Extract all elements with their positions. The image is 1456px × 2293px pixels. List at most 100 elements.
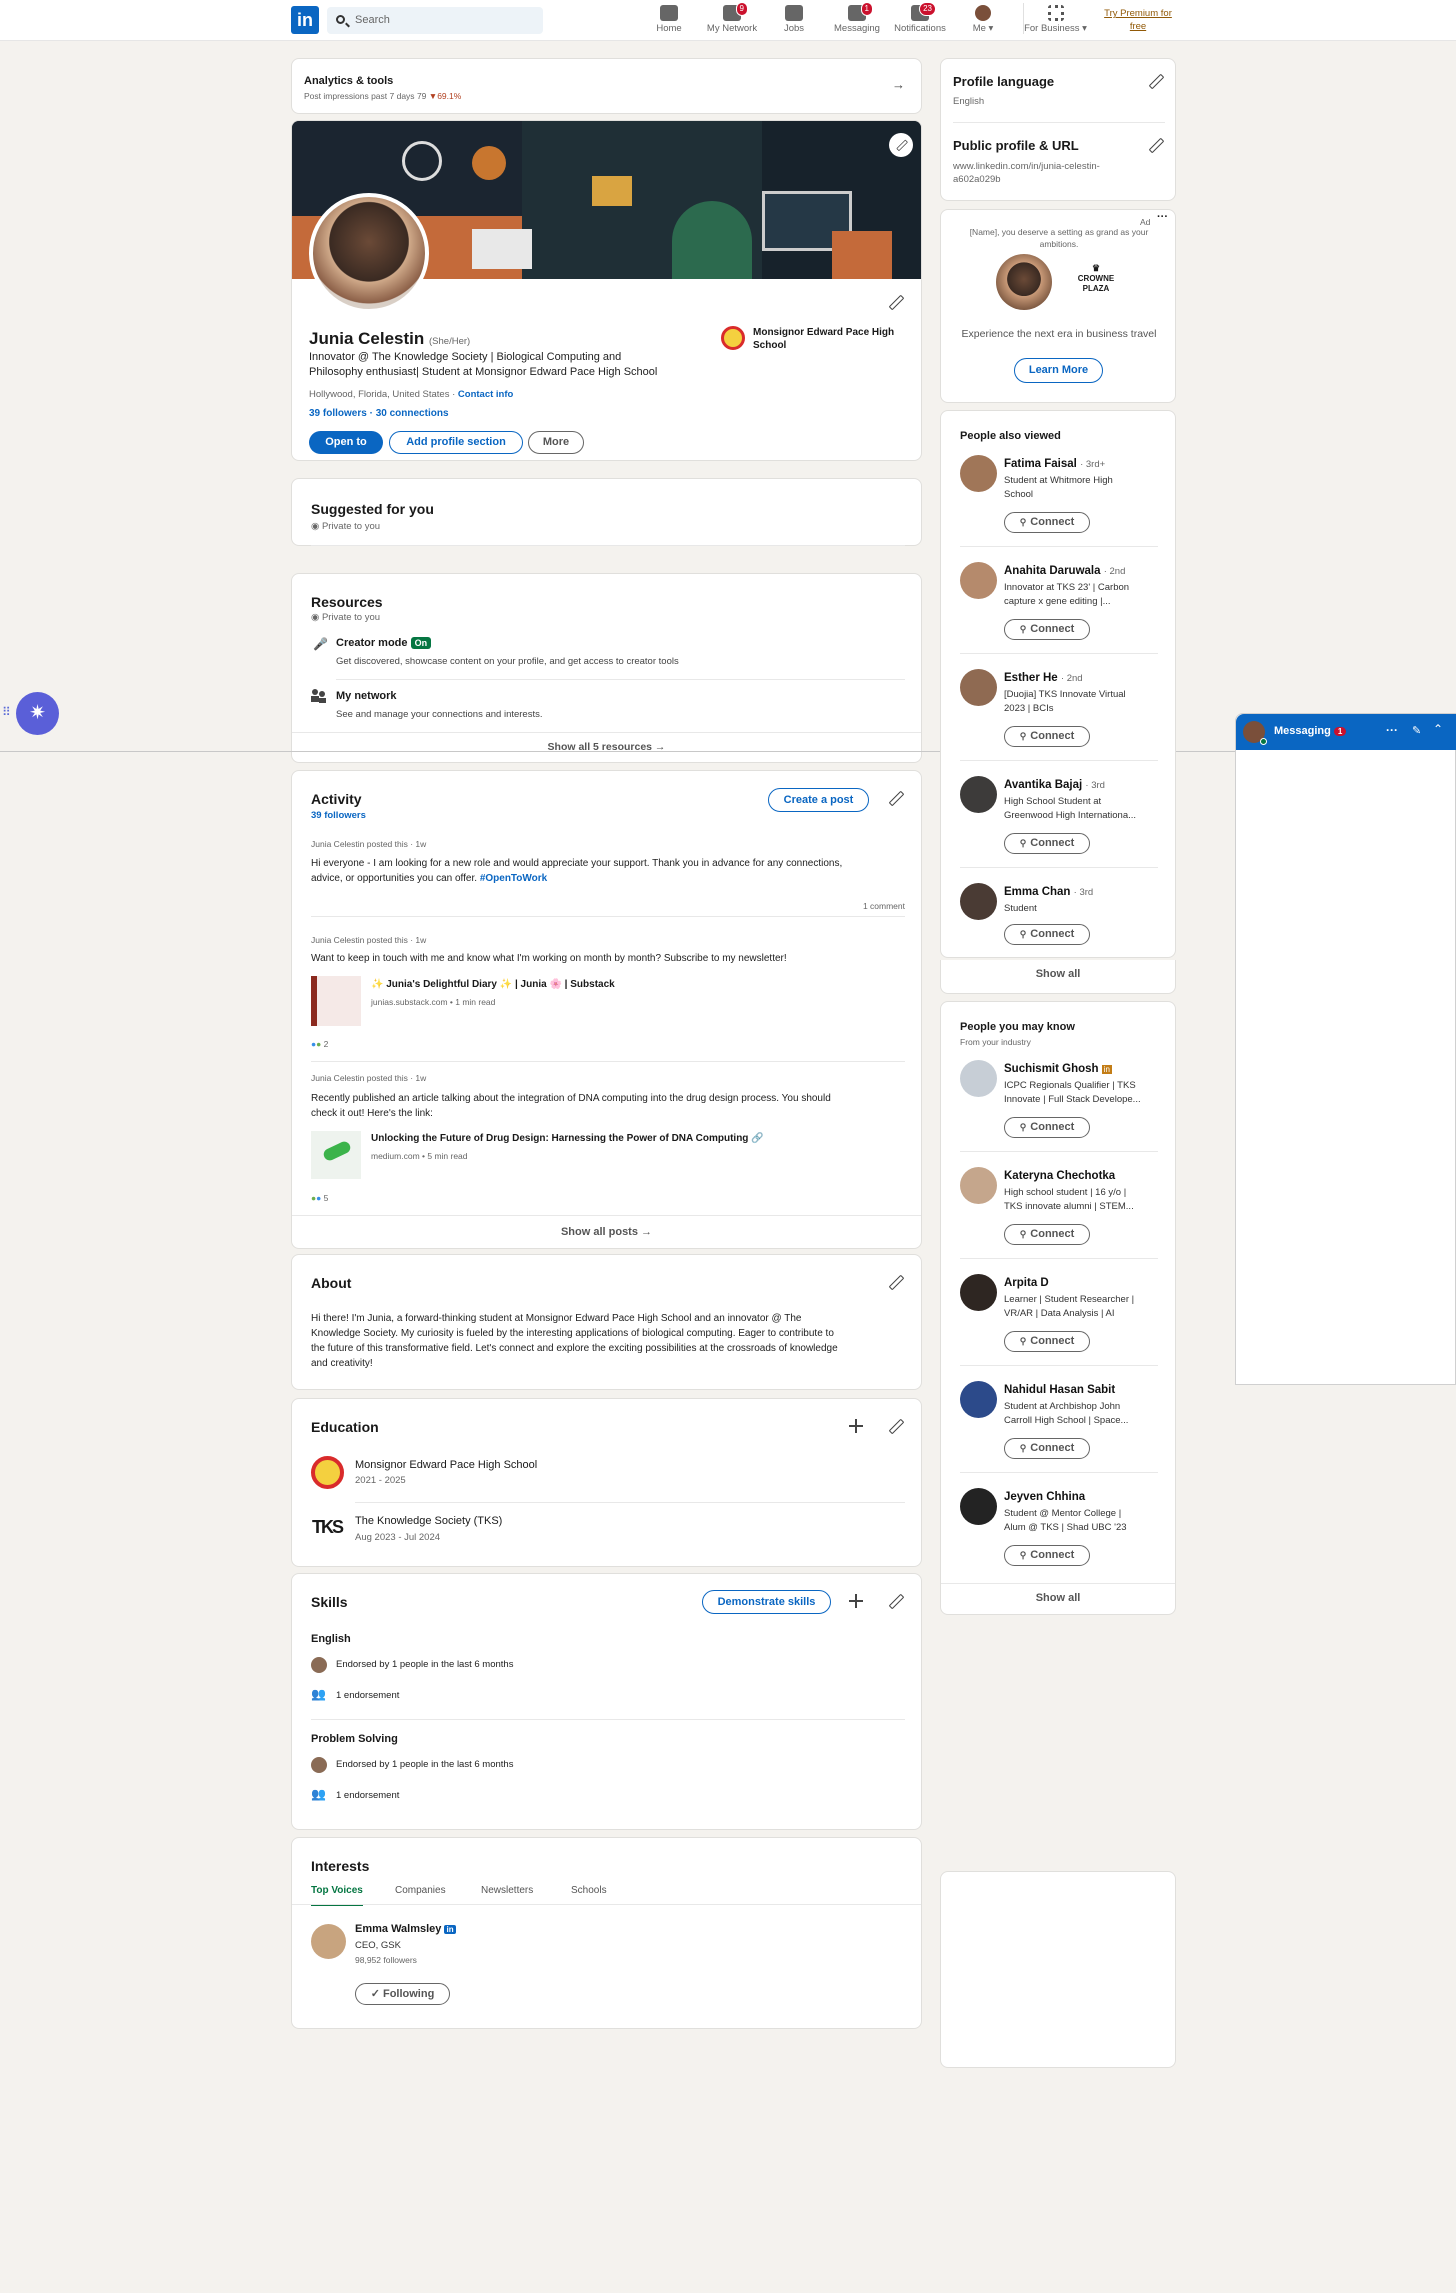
compose-icon[interactable]: ✎ [1412,724,1421,737]
person-name[interactable]: Kateryna Chechotka [1004,1170,1115,1182]
connect-button[interactable]: Connect [1004,833,1090,854]
nav-me[interactable]: Me ▾ [951,3,1015,34]
nav-my-network[interactable]: 9 My Network [700,2,764,34]
my-network-link[interactable]: My network [336,690,397,702]
endorsement-count[interactable]: 1 endorsement [336,1790,399,1801]
resources-title: Resources [311,594,383,610]
connect-button[interactable]: Connect [1004,924,1090,945]
person-name[interactable]: Jeyven Chhina [1004,1491,1085,1503]
connect-button[interactable]: Connect [1004,726,1090,747]
comments-count[interactable]: 1 comment [772,901,905,911]
profile-school[interactable]: Monsignor Edward Pace High School [753,326,894,352]
connect-button[interactable]: Connect [1004,1545,1090,1566]
edit-education-icon[interactable] [888,1419,902,1433]
nav-home[interactable]: Home [637,3,701,34]
followers-connections[interactable]: 39 followers · 30 connections [309,408,449,419]
more-options-icon[interactable]: ··· [1386,723,1398,737]
activity-followers[interactable]: 39 followers [311,810,366,821]
interest-avatar[interactable] [311,1924,346,1959]
add-education-icon[interactable] [849,1419,863,1433]
demonstrate-skills-button[interactable]: Demonstrate skills [702,1590,831,1614]
interest-name[interactable]: Emma Walmsley in [355,1923,456,1935]
person-avatar[interactable] [960,1381,997,1418]
more-options-icon[interactable]: ··· [1157,211,1168,223]
learn-more-button[interactable]: Learn More [1014,358,1103,383]
create-post-button[interactable]: Create a post [768,788,869,812]
person-name[interactable]: Nahidul Hasan Sabit [1004,1384,1115,1396]
edit-intro-icon[interactable] [888,295,902,309]
show-all-posts-button[interactable]: Show all posts → [292,1226,921,1238]
person-name[interactable]: Avantika Bajaj · 3rd [1004,779,1105,791]
person-avatar[interactable] [960,1488,997,1525]
connect-button[interactable]: Connect [1004,1331,1090,1352]
article-thumbnail[interactable] [311,1131,361,1179]
person-avatar[interactable] [960,1167,997,1204]
more-button[interactable]: More [528,431,584,454]
edit-about-icon[interactable] [888,1275,902,1289]
connect-button[interactable]: Connect [1004,1438,1090,1459]
nav-for-business[interactable]: For Business ▾ [1023,3,1087,34]
analytics-card[interactable]: Analytics & tools Post impressions past … [291,58,922,114]
open-to-button[interactable]: Open to [309,431,383,454]
connect-button[interactable]: Connect [1004,512,1090,533]
person-name[interactable]: Suchismit Ghosh in [1004,1063,1113,1075]
profile-photo[interactable] [309,193,429,313]
nav-notifications[interactable]: 23 Notifications [888,2,952,34]
tab-newsletters[interactable]: Newsletters [481,1885,533,1896]
education-school[interactable]: Monsignor Edward Pace High School [355,1459,537,1471]
chevron-up-icon[interactable]: ⌃ [1433,722,1443,736]
connect-button[interactable]: Connect [1004,1224,1090,1245]
search-input[interactable]: Search [327,7,543,34]
post-reactions[interactable]: ●● 5 [311,1193,328,1203]
edit-skills-icon[interactable] [888,1594,902,1608]
person-avatar[interactable] [960,455,997,492]
add-skill-icon[interactable] [849,1594,863,1608]
person-avatar[interactable] [960,669,997,706]
person-avatar[interactable] [960,1060,997,1097]
endorsement-count[interactable]: 1 endorsement [336,1690,399,1701]
messaging-header[interactable]: Messaging 1 ··· ✎ ⌃ [1236,714,1456,750]
person-name[interactable]: Fatima Faisal · 3rd+ [1004,458,1105,470]
public-url-title: Public profile & URL [953,138,1079,153]
edit-banner-button[interactable] [889,133,913,157]
article-link[interactable]: Unlocking the Future of Drug Design: Har… [371,1133,764,1144]
person-avatar[interactable] [960,1274,997,1311]
impressions-change: ▼69.1% [428,91,462,101]
add-profile-section-button[interactable]: Add profile section [389,431,523,454]
person-name[interactable]: Anahita Daruwala · 2nd [1004,565,1125,577]
edit-language-icon[interactable] [1148,74,1162,88]
tab-schools[interactable]: Schools [571,1885,607,1896]
person-avatar[interactable] [960,883,997,920]
nav-messaging[interactable]: 1 Messaging [825,2,889,34]
edit-url-icon[interactable] [1148,138,1162,152]
show-all-also-viewed-button[interactable]: Show all [940,960,1176,994]
linkedin-logo[interactable]: in [291,6,319,34]
drag-handle-icon[interactable]: ⠿ [2,705,11,719]
newsletter-link[interactable]: ✨ Junia's Delightful Diary ✨ | Junia 🌸 |… [371,979,615,990]
education-school[interactable]: The Knowledge Society (TKS) [355,1515,502,1527]
tab-top-voices[interactable]: Top Voices [311,1885,363,1906]
post-reactions[interactable]: ●● 2 [311,1039,328,1049]
edit-activity-icon[interactable] [888,791,902,805]
person-name[interactable]: Emma Chan · 3rd [1004,886,1093,898]
try-premium-link[interactable]: Try Premium for free [1098,7,1178,33]
bell-icon: 23 [911,2,936,21]
hashtag-link[interactable]: #OpenToWork [480,873,547,884]
tab-companies[interactable]: Companies [395,1885,446,1896]
newsletter-thumbnail[interactable] [311,976,361,1026]
following-button[interactable]: ✓ Following [355,1983,450,2005]
person-name[interactable]: Arpita D [1004,1277,1049,1289]
person-avatar[interactable] [960,562,997,599]
contact-info-link[interactable]: Contact info [458,389,513,400]
skill-name[interactable]: Problem Solving [311,1733,398,1745]
gear-icon[interactable]: ✷ [16,692,59,735]
creator-mode[interactable]: Creator mode On [336,637,432,649]
messaging-panel[interactable]: Messaging 1 ··· ✎ ⌃ [1235,713,1456,1385]
connect-button[interactable]: Connect [1004,619,1090,640]
show-all-may-know-button[interactable]: Show all [941,1592,1175,1604]
person-name[interactable]: Esther He · 2nd [1004,672,1083,684]
connect-button[interactable]: Connect [1004,1117,1090,1138]
person-avatar[interactable] [960,776,997,813]
nav-jobs[interactable]: Jobs [762,3,826,34]
skill-name[interactable]: English [311,1633,351,1645]
